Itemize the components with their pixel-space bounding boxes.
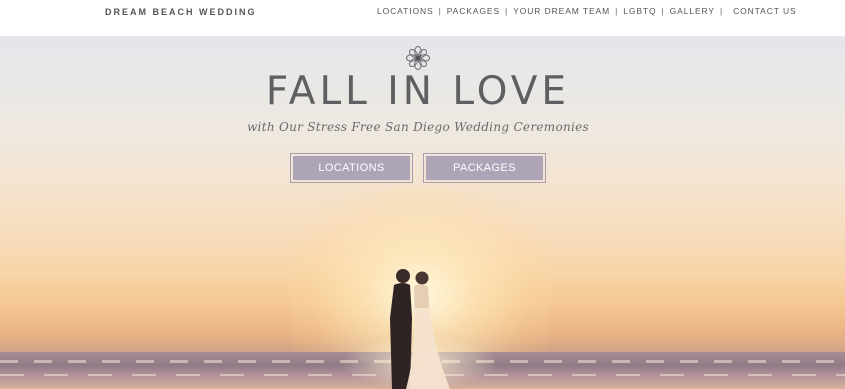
packages-button-label: PACKAGES (426, 156, 543, 180)
main-nav: LOCATIONS | PACKAGES | YOUR DREAM TEAM |… (377, 6, 797, 16)
nav-separator: | (438, 6, 442, 16)
site-brand[interactable]: DREAM BEACH WEDDING (105, 7, 257, 17)
packages-button[interactable]: PACKAGES (423, 153, 546, 183)
hero-section: FALL IN LOVE with Our Stress Free San Di… (0, 36, 845, 389)
nav-item-gallery[interactable]: GALLERY (670, 6, 715, 16)
nav-item-contact-us[interactable]: CONTACT US (733, 6, 796, 16)
nav-separator: | (661, 6, 665, 16)
nav-item-locations[interactable]: LOCATIONS (377, 6, 434, 16)
nav-item-packages[interactable]: PACKAGES (447, 6, 500, 16)
top-navigation-bar: DREAM BEACH WEDDING LOCATIONS | PACKAGES… (0, 0, 845, 36)
couple-silhouette-image (390, 269, 450, 389)
nav-item-lgbtq[interactable]: LGBTQ (623, 6, 656, 16)
nav-separator: | (505, 6, 509, 16)
nav-separator: | (719, 6, 724, 16)
hero-tagline: with Our Stress Free San Diego Wedding C… (246, 120, 590, 134)
locations-button[interactable]: LOCATIONS (290, 153, 413, 183)
mandala-flower-icon (406, 46, 430, 70)
nav-separator: | (615, 6, 619, 16)
hero-headline: FALL IN LOVE (265, 69, 571, 114)
nav-item-your-dream-team[interactable]: YOUR DREAM TEAM (513, 6, 610, 16)
locations-button-label: LOCATIONS (293, 156, 410, 180)
